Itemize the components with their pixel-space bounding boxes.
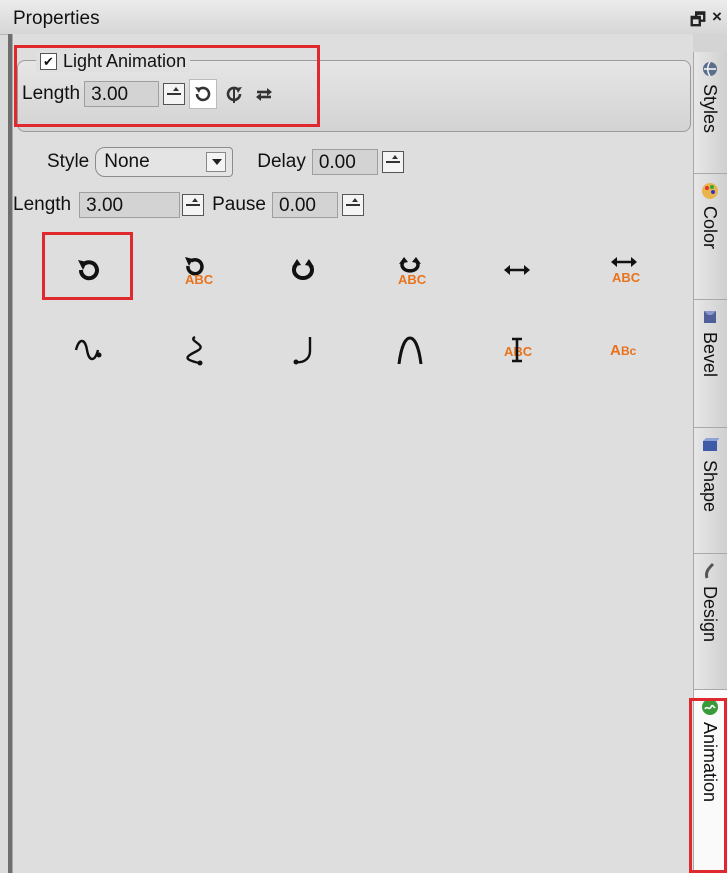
length-field[interactable]: 3.00	[79, 192, 181, 218]
svg-text:ABC: ABC	[185, 272, 214, 287]
delay-spinner[interactable]	[381, 151, 404, 173]
bevel-icon	[701, 308, 719, 326]
effect-horizontal-icon[interactable]	[472, 235, 562, 305]
light-length-spinner[interactable]	[163, 83, 186, 105]
light-animation-group: ✔ Light Animation Length 3.00	[17, 51, 691, 132]
effect-spin-icon[interactable]	[258, 235, 348, 305]
light-animation-label: Light Animation	[63, 51, 187, 71]
effect-arch-icon[interactable]	[365, 315, 455, 385]
effect-scale-text-icon[interactable]: A Bc	[579, 315, 669, 385]
svg-text:ABC: ABC	[612, 270, 641, 285]
effect-horizontal-text-icon[interactable]: ABC	[579, 235, 669, 305]
pause-field[interactable]: 0.00	[272, 192, 338, 218]
shape-icon	[701, 436, 720, 454]
light-animation-checkbox[interactable]: ✔	[40, 53, 57, 70]
light-length-label: Length	[22, 83, 81, 104]
pause-spinner[interactable]	[342, 194, 364, 216]
effect-rotate-text-icon[interactable]: ABC	[151, 235, 241, 305]
brush-icon	[701, 562, 719, 580]
svg-text:ABC: ABC	[504, 344, 533, 359]
light-length-field[interactable]: 3.00	[84, 81, 160, 107]
effect-vertical-text-icon[interactable]: ABC	[472, 315, 562, 385]
tab-animation-label: Animation	[700, 722, 720, 803]
globe-icon	[701, 60, 719, 78]
side-tabs: Styles Color Bevel Shape Design Animatio…	[693, 34, 727, 873]
tab-design-label: Design	[700, 586, 720, 643]
style-label: Style	[47, 151, 90, 172]
effect-wave-icon[interactable]	[44, 315, 134, 385]
tab-animation[interactable]: Animation	[693, 690, 727, 873]
close-icon[interactable]: ×	[712, 7, 722, 27]
loop-arrows-icon[interactable]	[251, 80, 277, 108]
length-label: Length	[13, 194, 72, 215]
svg-text:A: A	[610, 342, 621, 359]
delay-label: Delay	[257, 151, 306, 172]
effect-s-curve-icon[interactable]	[151, 315, 241, 385]
rotate-cw-icon[interactable]	[221, 80, 247, 108]
svg-text:ABC: ABC	[398, 272, 427, 287]
style-row: Style None Delay 0.00	[47, 147, 404, 177]
tab-bevel[interactable]: Bevel	[693, 300, 727, 428]
restore-icon[interactable]: 🗗	[690, 7, 706, 36]
tab-styles[interactable]: Styles	[693, 52, 727, 174]
style-value: None	[104, 151, 150, 172]
titlebar: Properties 🗗 ×	[0, 0, 727, 35]
tab-design[interactable]: Design	[693, 554, 727, 690]
effect-hook-icon[interactable]	[258, 315, 348, 385]
tab-color[interactable]: Color	[693, 174, 727, 300]
length-spinner[interactable]	[182, 194, 205, 216]
tab-bevel-label: Bevel	[700, 332, 720, 378]
length-row: Length 3.00 Pause 0.00	[13, 192, 364, 218]
tab-styles-label: Styles	[700, 84, 720, 134]
tab-shape-label: Shape	[700, 460, 720, 513]
properties-panel: ✔ Light Animation Length 3.00 Style None…	[12, 34, 694, 873]
effect-rotate-icon[interactable]	[44, 235, 134, 305]
delay-field[interactable]: 0.00	[311, 149, 378, 175]
light-animation-legend: ✔ Light Animation	[36, 51, 191, 72]
pause-label: Pause	[212, 194, 266, 215]
svg-text:Bc: Bc	[621, 344, 637, 358]
tab-color-label: Color	[700, 206, 720, 250]
tab-shape[interactable]: Shape	[693, 428, 727, 554]
style-select[interactable]: None	[95, 147, 234, 177]
chevron-down-icon[interactable]	[206, 152, 227, 172]
panel-title: Properties	[13, 8, 100, 29]
light-animation-controls: Length 3.00	[22, 79, 277, 109]
rotate-ccw-icon[interactable]	[189, 79, 218, 109]
palette-icon	[701, 182, 719, 200]
effect-spin-text-icon[interactable]: ABC	[365, 235, 455, 305]
animation-icon	[701, 698, 719, 716]
